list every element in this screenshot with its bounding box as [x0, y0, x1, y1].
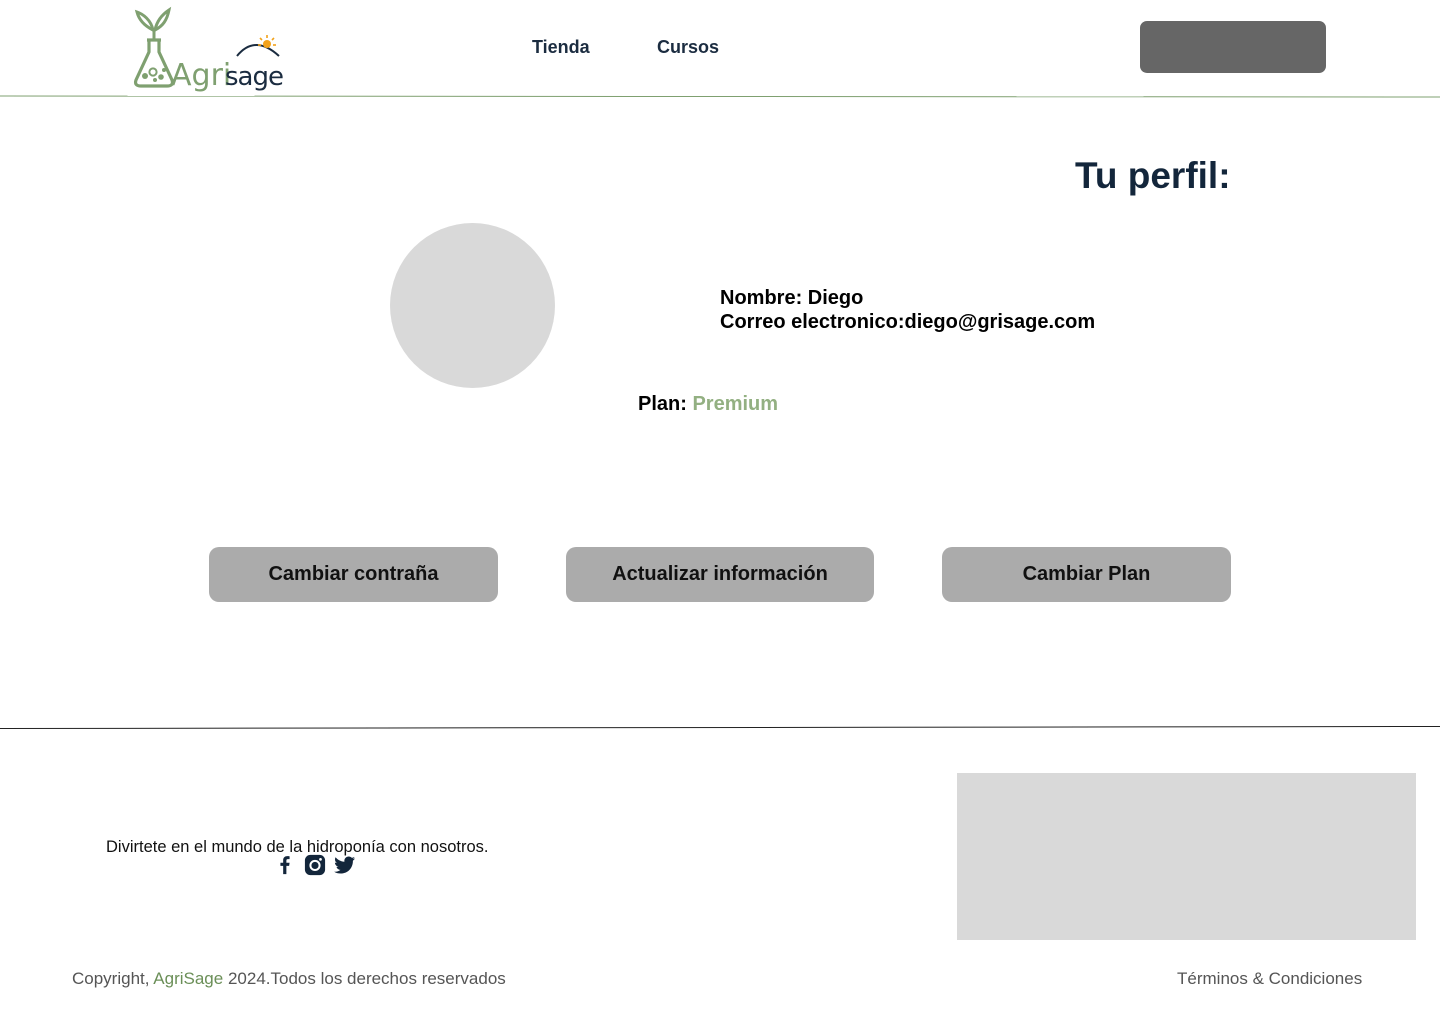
page-title: Tu perfil:: [1075, 155, 1231, 196]
twitter-icon[interactable]: [334, 854, 356, 876]
social-links: [274, 854, 356, 876]
nav-tienda[interactable]: Tienda: [532, 37, 590, 58]
plan-label: Plan:: [638, 393, 687, 415]
header-account-button[interactable]: [1140, 21, 1326, 73]
plan-value: Premium: [692, 393, 779, 415]
copyright-brand: AgriSage: [153, 969, 224, 988]
agrisage-logo[interactable]: Agri sage: [133, 6, 285, 94]
footer-image-placeholder: [957, 773, 1416, 940]
footer-divider: [0, 725, 1440, 730]
change-password-button[interactable]: Cambiar contraña: [209, 547, 498, 602]
profile-plan: Plan: Premium: [638, 393, 778, 416]
terms-link[interactable]: Términos & Condiciones: [1177, 969, 1362, 989]
site-header: Agri sage Tienda Cursos: [0, 0, 1440, 98]
update-info-button[interactable]: Actualizar información: [566, 547, 874, 602]
logo-text-agri: Agri: [171, 58, 231, 93]
copyright-text: Copyright, AgriSage 2024.Todos los derec…: [72, 969, 506, 989]
nav-cursos[interactable]: Cursos: [657, 37, 719, 58]
agrisage-logo-graphic: Agri sage: [133, 6, 284, 93]
profile-email: Correo electronico:diego@grisage.com: [720, 311, 1096, 333]
change-plan-button[interactable]: Cambiar Plan: [942, 547, 1231, 602]
copyright-suffix: 2024.Todos los derechos reservados: [227, 969, 506, 988]
avatar[interactable]: [390, 223, 555, 388]
logo-text-sage: sage: [225, 62, 283, 92]
profile-name: Nombre: Diego: [720, 287, 864, 309]
copyright-prefix: Copyright,: [72, 969, 150, 988]
instagram-icon[interactable]: [304, 854, 326, 876]
facebook-icon[interactable]: [274, 854, 296, 876]
profile-info: Nombre: Diego Correo electronico:diego@g…: [720, 286, 1095, 334]
